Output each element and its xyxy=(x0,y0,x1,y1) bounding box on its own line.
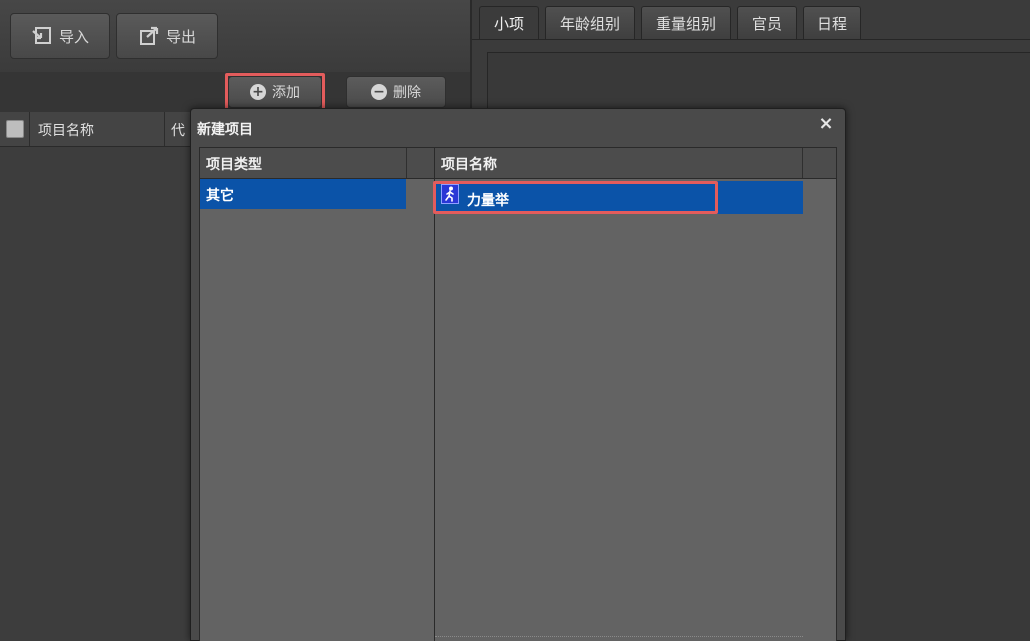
list-item[interactable]: 力量举 xyxy=(435,181,803,214)
list-footer-line xyxy=(435,636,803,637)
item-type-label: 其它 xyxy=(206,188,234,204)
item-name-list-header: 项目名称 xyxy=(435,148,836,179)
delete-label: 删除 xyxy=(393,85,421,101)
import-label: 导入 xyxy=(58,27,89,46)
add-button[interactable]: + 添加 xyxy=(228,76,322,108)
item-name-list[interactable]: 项目名称 力量举 xyxy=(434,147,837,641)
column-header-name[interactable]: 项目名称 xyxy=(38,120,94,140)
tab-age-groups[interactable]: 年龄组别 xyxy=(545,6,635,39)
minus-circle-icon: − xyxy=(371,84,387,100)
column-separator xyxy=(164,112,165,146)
runner-icon xyxy=(441,184,459,204)
add-label: 添加 xyxy=(272,85,300,101)
export-button[interactable]: 导出 xyxy=(116,13,218,59)
export-label: 导出 xyxy=(165,27,196,46)
import-icon xyxy=(31,25,53,47)
tab-events[interactable]: 小项 xyxy=(479,6,539,39)
export-icon xyxy=(138,25,160,47)
tab-weight-groups[interactable]: 重量组别 xyxy=(641,6,731,39)
select-all-checkbox[interactable] xyxy=(6,120,24,138)
plus-circle-icon: + xyxy=(250,84,266,100)
item-type-list-header: 项目类型 xyxy=(200,148,434,179)
tab-label: 年龄组别 xyxy=(559,14,620,33)
column-separator xyxy=(29,112,30,146)
tab-label: 官员 xyxy=(751,14,782,33)
new-item-dialog: 新建项目 × 项目类型 其它 项目名称 力量举 xyxy=(190,108,846,641)
column-header-code[interactable]: 代 xyxy=(171,120,185,140)
item-type-list[interactable]: 项目类型 其它 xyxy=(199,147,435,641)
item-name-label: 力量举 xyxy=(467,193,509,209)
tab-officials[interactable]: 官员 xyxy=(737,6,797,39)
column-separator xyxy=(406,148,407,178)
tab-strip-line xyxy=(472,39,1030,40)
app-window: 导入 导出 + 添加 − 删除 项目名称 代 小项 年龄组别 重量组别 官员 日… xyxy=(0,0,1030,641)
close-icon[interactable]: × xyxy=(817,115,835,133)
tab-schedule[interactable]: 日程 xyxy=(803,6,861,39)
tab-label: 小项 xyxy=(493,14,524,33)
item-type-header-label: 项目类型 xyxy=(206,157,262,173)
dialog-title: 新建项目 xyxy=(197,122,253,138)
import-button[interactable]: 导入 xyxy=(10,13,110,59)
tab-label: 日程 xyxy=(816,14,847,33)
column-separator xyxy=(802,148,803,178)
item-name-header-label: 项目名称 xyxy=(441,157,497,173)
delete-button[interactable]: − 删除 xyxy=(346,76,446,108)
list-item[interactable]: 其它 xyxy=(200,179,406,209)
tab-label: 重量组别 xyxy=(655,14,716,33)
